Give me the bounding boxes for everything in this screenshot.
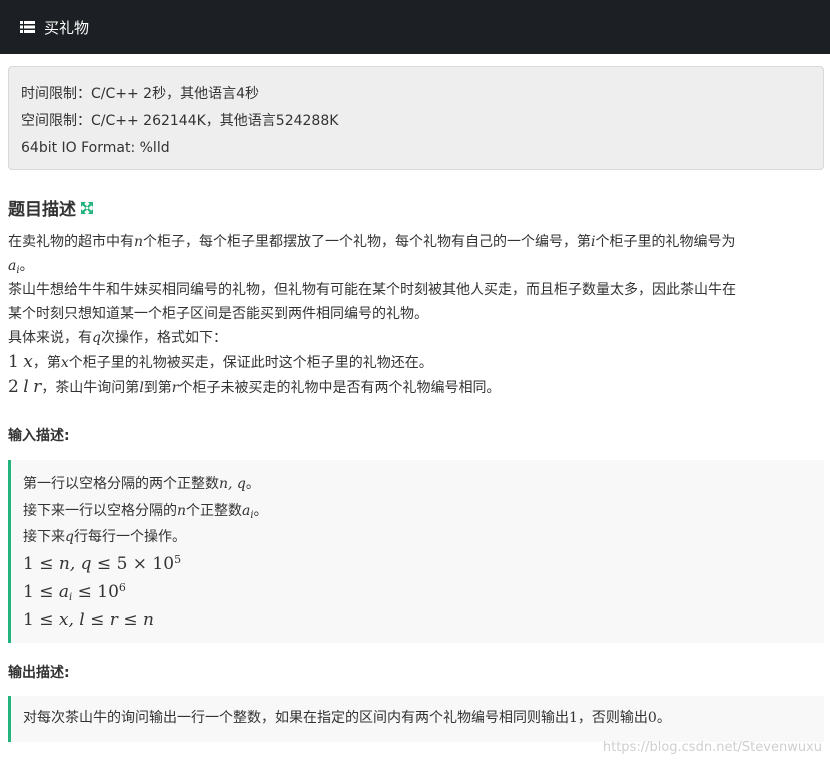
- output-title: 输出描述:: [8, 665, 70, 681]
- math-num: 0: [647, 710, 657, 726]
- math-var: n, q: [219, 476, 246, 492]
- math-text: ≤: [84, 610, 110, 630]
- input-text: 行每行一个操作。: [73, 529, 186, 545]
- input-text: 。: [245, 476, 260, 492]
- math-num: 1: [569, 710, 578, 726]
- expand-icon[interactable]: [80, 201, 94, 215]
- math-exp: 6: [118, 581, 126, 594]
- math-var: x, l: [58, 610, 85, 630]
- desc-text: 个柜子里的礼物编号为: [595, 234, 736, 250]
- output-text: ，否则输出: [577, 710, 648, 726]
- desc-text: 个柜子里的礼物被买走，保证此时这个柜子里的礼物还在。: [68, 355, 433, 371]
- constraint-3: 1 ≤ x, l ≤ r ≤ n: [23, 606, 824, 634]
- output-text: 。: [656, 710, 671, 726]
- op-line-2: 2 l r，茶山牛询问第l到第r个柜子未被买走的礼物中是否有两个礼物编号相同。: [8, 375, 824, 400]
- math-text: ≤: [117, 610, 143, 630]
- desc-text: 在卖礼物的超市中有: [8, 234, 134, 250]
- problem-title: 题目描述: [8, 195, 94, 220]
- page-title: 买礼物: [44, 18, 90, 37]
- desc-text: 个柜子，每个柜子里都摆放了一个礼物，每个礼物有自己的一个编号，第: [143, 234, 592, 250]
- input-text: 个正整数: [186, 503, 243, 519]
- input-title: 输入描述:: [8, 428, 70, 444]
- math-var: r: [171, 380, 179, 396]
- constraint-1: 1 ≤ n, q ≤ 5 × 105: [23, 550, 824, 578]
- problem-title-text: 题目描述: [8, 200, 76, 220]
- math-var: x: [60, 355, 69, 371]
- input-text: 。: [253, 503, 268, 519]
- math-var: l: [23, 377, 29, 397]
- math-var: n: [177, 503, 187, 519]
- output-box: 对每次茶山牛的询问输出一行一个整数，如果在指定的区间内有两个礼物编号相同则输出1…: [8, 696, 824, 742]
- math-text: 1 ≤: [23, 610, 59, 630]
- output-text: 对每次茶山牛的询问输出一行一个整数，如果在指定的区间内有两个礼物编号相同则输出: [23, 710, 569, 726]
- math-text: 1 ≤: [23, 554, 59, 574]
- math-var: x: [23, 352, 33, 372]
- desc-line-3: 茶山牛想给牛牛和牛妹买相同编号的礼物，但礼物有可能在某个时刻被其他人买走，而且柜…: [8, 282, 736, 298]
- math-var: r: [109, 610, 118, 630]
- math-var: q: [65, 529, 74, 545]
- math-text: 1 ≤: [23, 582, 59, 602]
- problem-description: 在卖礼物的超市中有n个柜子，每个柜子里都摆放了一个礼物，每个礼物有自己的一个编号…: [8, 230, 824, 400]
- desc-line-5: 具体来说，有q次操作，格式如下：: [8, 326, 824, 350]
- math-var: n: [134, 234, 144, 250]
- top-bar: 买礼物: [0, 0, 830, 54]
- io-format: 64bit IO Format: %lld: [21, 140, 170, 156]
- math-exp: 5: [174, 553, 182, 566]
- desc-line-4: 某个时刻只想知道某一个柜子区间是否能买到两件相同编号的礼物。: [8, 306, 428, 322]
- math-var: n, q: [58, 554, 92, 574]
- watermark: https://blog.csdn.net/Stevenwuxu: [602, 740, 822, 755]
- math-num: 1: [8, 352, 19, 372]
- math-var: a: [58, 582, 70, 602]
- list-icon: [20, 21, 35, 33]
- desc-text: 。: [19, 258, 34, 274]
- desc-text: ，第: [32, 355, 61, 371]
- input-text: 接下来一行以空格分隔的: [23, 503, 177, 519]
- math-var: n: [142, 610, 154, 630]
- desc-text: 次操作，格式如下：: [100, 330, 227, 346]
- desc-text: ，茶山牛询问第: [41, 380, 140, 396]
- desc-text: 到第: [143, 380, 172, 396]
- math-num: 2: [8, 377, 19, 397]
- constraint-2: 1 ≤ ai ≤ 106: [23, 578, 824, 606]
- math-text: ≤ 10: [72, 582, 119, 602]
- desc-line-2: ai。: [8, 254, 824, 278]
- op-line-1: 1 x，第x个柜子里的礼物被买走，保证此时这个柜子里的礼物还在。: [8, 350, 824, 375]
- space-limit: 空间限制：C/C++ 262144K，其他语言524288K: [21, 113, 339, 129]
- input-line-3: 接下来q行每行一个操作。: [23, 524, 824, 550]
- desc-text: 具体来说，有: [8, 330, 92, 346]
- math-var: q: [92, 330, 101, 346]
- input-line-2: 接下来一行以空格分隔的n个正整数ai。: [23, 498, 824, 524]
- input-box: 第一行以空格分隔的两个正整数n, q。 接下来一行以空格分隔的n个正整数ai。 …: [8, 460, 824, 643]
- time-limit: 时间限制：C/C++ 2秒，其他语言4秒: [21, 86, 259, 102]
- limits-panel: 时间限制：C/C++ 2秒，其他语言4秒 空间限制：C/C++ 262144K，…: [8, 66, 824, 170]
- desc-line-1: 在卖礼物的超市中有n个柜子，每个柜子里都摆放了一个礼物，每个礼物有自己的一个编号…: [8, 230, 824, 254]
- input-text: 第一行以空格分隔的两个正整数: [23, 476, 219, 492]
- desc-text: 个柜子未被买走的礼物中是否有两个礼物编号相同。: [178, 380, 501, 396]
- output-line-1: 对每次茶山牛的询问输出一行一个整数，如果在指定的区间内有两个礼物编号相同则输出1…: [23, 706, 824, 730]
- math-text: ≤ 5 × 10: [91, 554, 175, 574]
- input-line-1: 第一行以空格分隔的两个正整数n, q。: [23, 470, 824, 498]
- input-text: 接下来: [23, 529, 65, 545]
